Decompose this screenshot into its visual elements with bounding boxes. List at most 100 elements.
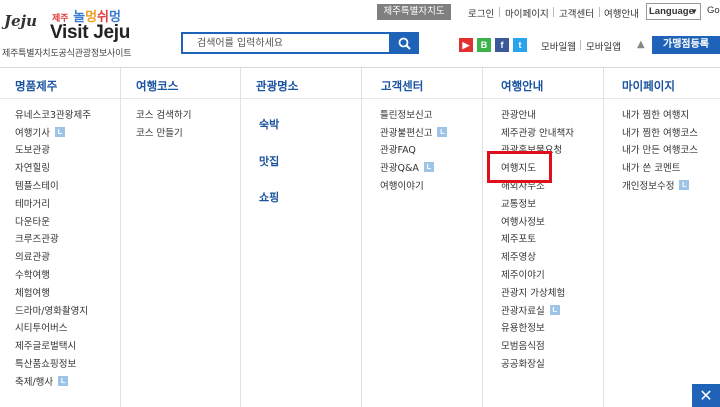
language-go-button[interactable]: Go — [707, 5, 720, 16]
menu-item[interactable]: 여행기사 L — [15, 123, 91, 141]
menu-item[interactable]: 코스 검색하기 — [136, 105, 191, 123]
close-icon: ✕ — [699, 386, 713, 405]
menu-item[interactable]: 제주관광 안내책자 — [501, 123, 574, 141]
menu-item-shopping[interactable]: 쇼핑 — [259, 189, 279, 205]
customer-center-link[interactable]: 고객센터 — [559, 6, 594, 20]
jeju-province-badge[interactable]: 제주특별자치도 — [377, 4, 451, 20]
menu-item[interactable]: 관광안내 — [501, 105, 574, 123]
menu-item[interactable]: 관광자료실 L — [501, 301, 574, 319]
mobile-app-link[interactable]: 모바일앱 — [586, 39, 621, 53]
menu-item[interactable]: 교통정보 — [501, 194, 574, 212]
menu-item-lodging[interactable]: 숙박 — [259, 116, 279, 132]
menu-column-attractions: 관광명소 숙박 맛집 쇼핑 — [240, 68, 362, 407]
menu-item[interactable]: 모범음식점 — [501, 336, 574, 354]
menu-item[interactable]: 시티투어버스 — [15, 319, 91, 337]
site-header: Jeju 제주 놀멍쉬멍 Visit Jeju 제주특별자치도공식관광정보사이트… — [0, 0, 720, 68]
menu-item[interactable]: 축제/행사 L — [15, 372, 91, 390]
divider — [604, 98, 720, 99]
divider — [241, 98, 362, 99]
divider — [580, 40, 581, 50]
menu-title[interactable]: 여행안내 — [501, 78, 543, 94]
menu-item-label: 특산품쇼핑정보 — [15, 359, 77, 371]
menu-item[interactable]: 여행이야기 — [380, 176, 447, 194]
menu-item[interactable]: 관광지 가상체험 — [501, 283, 574, 301]
menu-item[interactable]: 제주영상 — [501, 247, 574, 265]
menu-item-label: 내가 만든 여행코스 — [622, 145, 698, 157]
search-button[interactable] — [389, 32, 419, 54]
menu-item[interactable]: 내가 찜한 여행코스 — [622, 123, 698, 141]
menu-title[interactable]: 마이페이지 — [622, 78, 675, 94]
menu-item[interactable]: 특산품쇼핑정보 — [15, 354, 91, 372]
menu-title[interactable]: 여행코스 — [136, 78, 178, 94]
search-icon — [398, 37, 411, 50]
menu-item[interactable]: 관광홍보물요청 — [501, 141, 574, 159]
menu-item[interactable]: 내가 찜한 여행지 — [622, 105, 698, 123]
menu-title[interactable]: 고객센터 — [381, 78, 423, 94]
search-input[interactable] — [181, 32, 389, 54]
menu-item-label: 코스 만들기 — [136, 127, 183, 139]
menu-item[interactable]: 템플스테이 — [15, 176, 91, 194]
menu-item-label: 여행기사 — [15, 127, 50, 139]
menu-item[interactable]: 여행사정보 — [501, 212, 574, 230]
login-link[interactable]: 로그인 — [468, 6, 494, 20]
menu-item-label: 개인정보수정 — [622, 181, 675, 193]
menu-item[interactable]: 자연힐링 — [15, 158, 91, 176]
mobile-web-link[interactable]: 모바일웹 — [541, 39, 576, 53]
menu-item[interactable]: 유용한정보 — [501, 319, 574, 337]
menu-item[interactable]: 드라마/영화촬영지 — [15, 301, 91, 319]
language-select[interactable]: Language ▼ — [646, 3, 701, 20]
facebook-icon[interactable]: f — [495, 38, 509, 52]
menu-list: 내가 찜한 여행지 내가 찜한 여행코스 내가 만든 여행코스 내가 쓴 코멘트 개인정… — [622, 105, 698, 194]
menu-item-restaurants[interactable]: 맛집 — [259, 153, 279, 169]
menu-item[interactable]: 틀린정보신고 — [380, 105, 447, 123]
menu-item[interactable]: 공공화장실 — [501, 354, 574, 372]
menu-item[interactable]: 제주포토 — [501, 230, 574, 248]
menu-title[interactable]: 관광명소 — [256, 78, 298, 94]
mypage-link[interactable]: 마이페이지 — [505, 6, 549, 20]
menu-item[interactable]: 내가 쓴 코멘트 — [622, 158, 698, 176]
divider — [121, 98, 241, 99]
site-logo[interactable]: Jeju 제주 놀멍쉬멍 Visit Jeju 제주특별자치도공식관광정보사이트 — [0, 4, 150, 60]
menu-item-label: 도보관광 — [15, 145, 50, 157]
list-badge-icon: L — [549, 304, 560, 315]
menu-item[interactable]: 의료관광 — [15, 247, 91, 265]
register-merchant-button[interactable]: 가맹점등록 — [652, 36, 720, 54]
menu-item-label: 관광불편신고 — [380, 127, 433, 139]
menu-title[interactable]: 명품제주 — [15, 78, 57, 94]
menu-item[interactable]: 관광Q&A L — [380, 158, 447, 176]
menu-item[interactable]: 테마거리 — [15, 194, 91, 212]
list-badge-icon: L — [54, 126, 65, 137]
menu-item[interactable]: 개인정보수정 L — [622, 176, 698, 194]
menu-column-travel-guide: 여행안내 관광안내제주관광 안내책자관광홍보물요청 여행지도 해외사무소 교통정보 여행… — [482, 68, 604, 407]
menu-list: 관광안내제주관광 안내책자관광홍보물요청 여행지도 해외사무소 교통정보 여행사정보제주… — [501, 105, 574, 372]
menu-item[interactable]: 내가 만든 여행코스 — [622, 141, 698, 159]
close-button[interactable]: ✕ — [692, 384, 720, 407]
menu-item[interactable]: 관광불편신고 L — [380, 123, 448, 141]
menu-item-label: 제주관광 안내책자 — [501, 127, 574, 139]
mega-menu: 명품제주 유네스코3관왕제주여행기사 L 도보관광 자연힐링템플스테이 테마거리 다운타운… — [0, 68, 720, 407]
menu-item[interactable]: 크루즈관광 — [15, 230, 91, 248]
menu-item[interactable]: 여행지도 — [501, 158, 574, 176]
menu-item[interactable]: 도보관광 — [15, 141, 91, 159]
menu-item-label: 제주글로벌택시 — [15, 341, 77, 353]
menu-item-label: 코스 검색하기 — [136, 109, 192, 121]
travel-guide-link[interactable]: 여행안내 — [604, 6, 639, 20]
menu-item[interactable]: 제주이야기 — [501, 265, 574, 283]
menu-item-label: 제주포토 — [501, 234, 536, 246]
menu-item-label: 관광FAQ — [380, 145, 416, 157]
blog-icon[interactable]: B — [477, 38, 491, 52]
youtube-icon[interactable]: ▶ — [459, 38, 473, 52]
menu-item[interactable]: 코스 만들기 — [136, 123, 191, 141]
menu-item[interactable]: 관광FAQ — [380, 141, 447, 159]
menu-item[interactable]: 제주글로벌택시 — [15, 336, 91, 354]
menu-item-label: 유네스코3관왕제주 — [15, 109, 91, 121]
menu-item[interactable]: 유네스코3관왕제주 — [15, 105, 91, 123]
menu-item[interactable]: 해외사무소 — [501, 176, 574, 194]
menu-item-label: 여행이야기 — [380, 181, 424, 193]
menu-item[interactable]: 체험여행 — [15, 283, 91, 301]
menu-item[interactable]: 수학여행 — [15, 265, 91, 283]
menu-item[interactable]: 다운타운 — [15, 212, 91, 230]
divider — [362, 98, 483, 99]
twitter-icon[interactable]: t — [513, 38, 527, 52]
menu-item-label: 템플스테이 — [15, 181, 59, 193]
